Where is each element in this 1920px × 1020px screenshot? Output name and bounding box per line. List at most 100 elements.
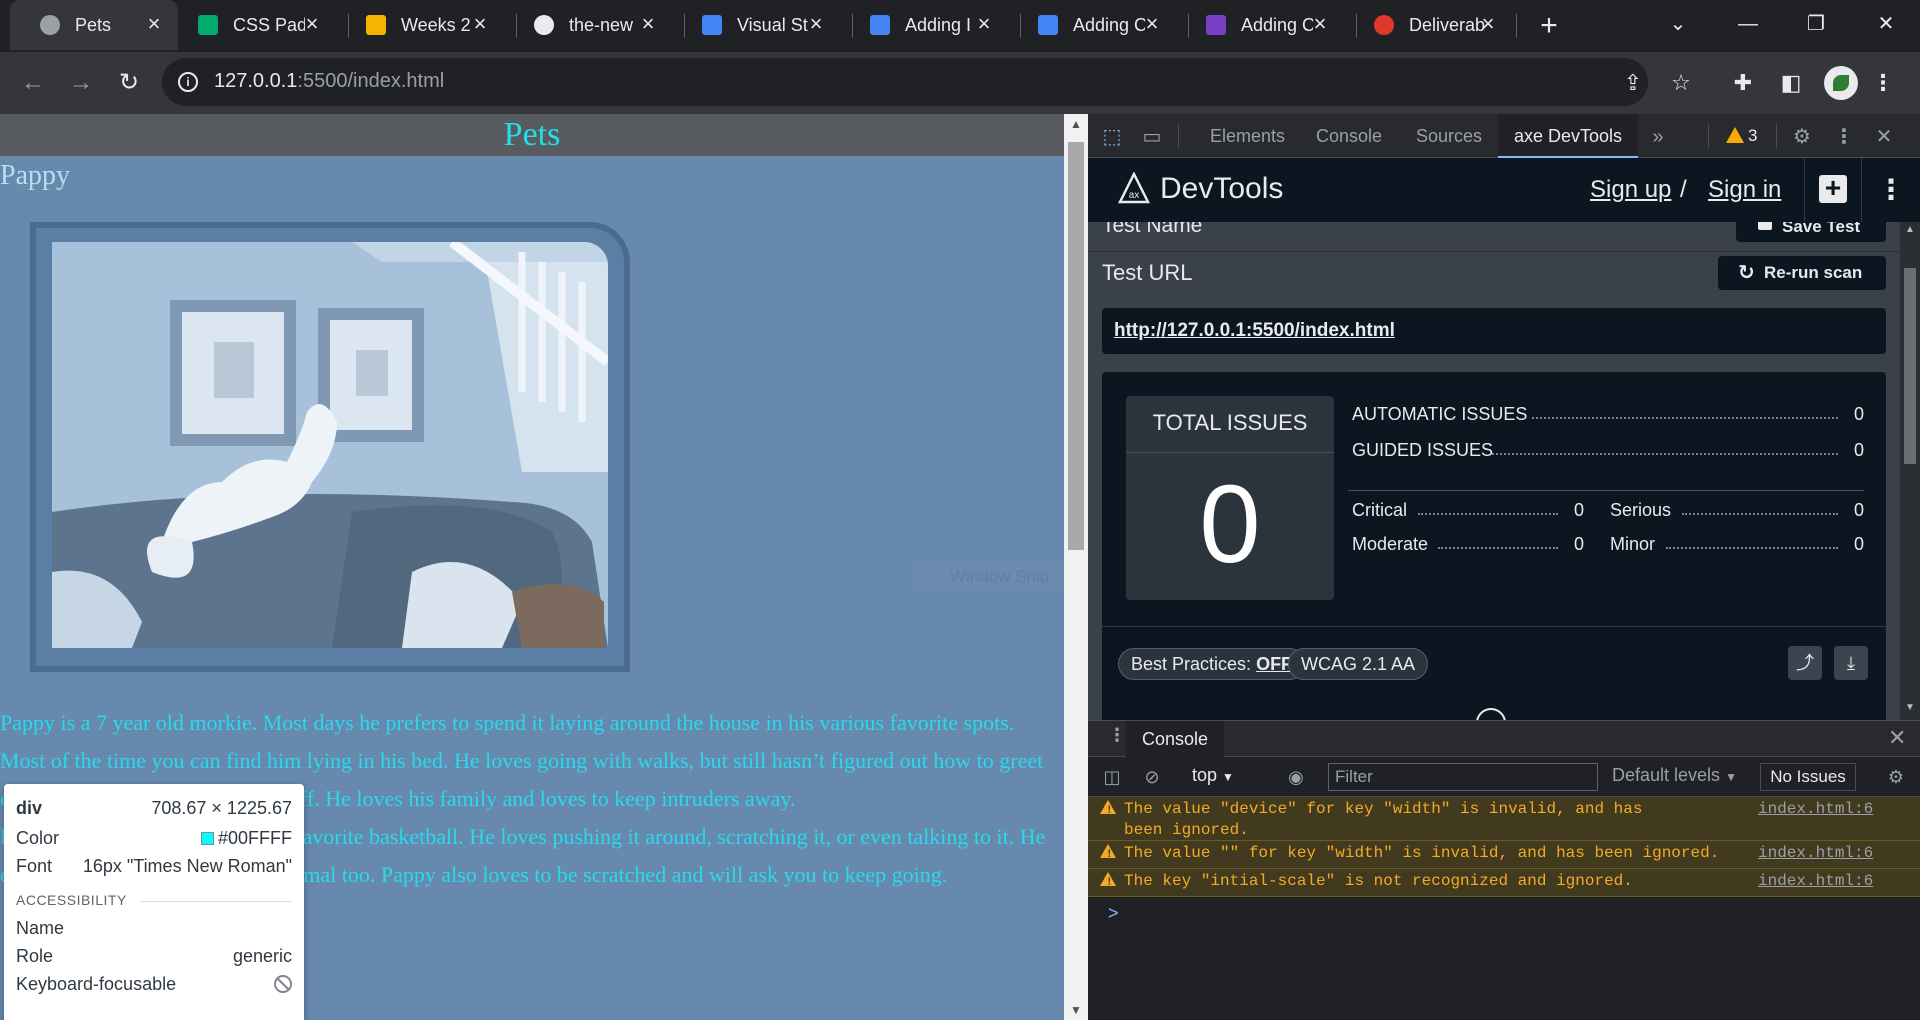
console-prompt[interactable]: >: [1108, 903, 1119, 924]
close-tab-icon[interactable]: ×: [1308, 12, 1332, 36]
device-toolbar-icon[interactable]: ▭: [1138, 124, 1166, 150]
best-practices-toggle[interactable]: Best Practices: OFF: [1118, 648, 1306, 680]
extensions-puzzle-icon[interactable]: ✚: [1726, 66, 1760, 100]
reload-button[interactable]: ↻: [112, 66, 146, 100]
log-levels-dropdown[interactable]: Default levels ▼: [1612, 765, 1737, 786]
address-bar[interactable]: i 127.0.0.1:5500/index.html ⇪ ☆: [162, 58, 1691, 106]
site-info-icon[interactable]: i: [178, 72, 198, 92]
close-window-button[interactable]: ✕: [1866, 8, 1906, 40]
tab-adding-1[interactable]: Adding I ×: [840, 0, 1008, 50]
inspector-element-row: div 708.67 × 1225.67: [16, 798, 292, 824]
devtools-menu-icon[interactable]: ⋮: [1830, 124, 1858, 150]
scroll-down-arrow[interactable]: ▼: [1064, 1000, 1088, 1020]
tab-console-drawer[interactable]: Console: [1126, 721, 1225, 757]
more-tabs-icon[interactable]: »: [1644, 124, 1672, 150]
tab-search-icon[interactable]: ⌄: [1658, 8, 1698, 40]
live-expression-eye-icon[interactable]: ◉: [1284, 765, 1308, 789]
close-tab-icon[interactable]: ×: [1140, 12, 1164, 36]
tab-adding-3[interactable]: Adding C ×: [1176, 0, 1344, 50]
warnings-badge[interactable]: 3: [1726, 124, 1757, 148]
serious-count: 0: [1853, 500, 1864, 520]
source-link[interactable]: index.html:6: [1758, 799, 1873, 820]
tab-deliverable[interactable]: Deliverab ×: [1344, 0, 1512, 50]
source-link[interactable]: index.html:6: [1758, 843, 1873, 864]
minimize-button[interactable]: —: [1728, 8, 1768, 40]
tab-console[interactable]: Console: [1316, 114, 1382, 158]
close-tab-icon[interactable]: ×: [300, 12, 324, 36]
serious-row[interactable]: Serious 0: [1610, 498, 1864, 522]
total-issues-count: 0: [1199, 463, 1261, 586]
forward-button[interactable]: →: [64, 66, 98, 100]
console-settings-gear-icon[interactable]: ⚙: [1884, 765, 1908, 789]
inspect-element-icon[interactable]: ⬚: [1098, 124, 1126, 150]
back-button[interactable]: ←: [16, 66, 50, 100]
tab-elements[interactable]: Elements: [1210, 114, 1285, 158]
profile-avatar[interactable]: [1824, 66, 1858, 100]
save-test-button[interactable]: Save Test: [1736, 222, 1886, 242]
tab-title: Weeks 2: [401, 14, 471, 35]
close-tab-icon[interactable]: ×: [142, 12, 166, 36]
levels-label: Default levels: [1612, 765, 1721, 785]
scroll-down-arrow[interactable]: ▼: [1900, 702, 1920, 718]
axe-scrollbar[interactable]: ▲ ▼: [1900, 222, 1920, 720]
automatic-issues-row[interactable]: AUTOMATIC ISSUES 0: [1352, 402, 1864, 426]
close-tab-icon[interactable]: ×: [1476, 12, 1500, 36]
critical-row[interactable]: Critical 0: [1352, 498, 1584, 522]
sign-up-link[interactable]: Sign up: [1590, 176, 1671, 204]
share-results-icon[interactable]: ⤴: [1788, 646, 1822, 680]
source-link[interactable]: index.html:6: [1758, 871, 1873, 892]
new-scan-button[interactable]: +: [1804, 158, 1862, 222]
scrollbar-thumb[interactable]: [1068, 142, 1084, 550]
tab-separator: [1708, 124, 1709, 148]
close-devtools-icon[interactable]: ✕: [1870, 124, 1898, 150]
tab-css-padding[interactable]: CSS Padd ×: [168, 0, 336, 50]
close-tab-icon[interactable]: ×: [804, 12, 828, 36]
share-icon[interactable]: ⇪: [1620, 70, 1646, 96]
wcag-level-pill[interactable]: WCAG 2.1 AA: [1288, 648, 1429, 680]
tab-weeks[interactable]: Weeks 2 ×: [336, 0, 504, 50]
settings-gear-icon[interactable]: ⚙: [1788, 124, 1816, 150]
page-scrollbar[interactable]: ▲ ▼: [1064, 114, 1088, 1020]
console-filter-input[interactable]: [1328, 763, 1598, 791]
rerun-scan-button[interactable]: ↻ Re-run scan: [1718, 256, 1886, 290]
drawer-menu-icon[interactable]: ⋮: [1108, 725, 1126, 746]
scroll-up-arrow[interactable]: ▲: [1064, 114, 1088, 134]
guided-issues-row[interactable]: GUIDED ISSUES 0: [1352, 438, 1864, 462]
color-hex: #00FFFF: [217, 828, 292, 848]
tab-adding-2[interactable]: Adding C ×: [1008, 0, 1176, 50]
new-tab-button[interactable]: +: [1532, 10, 1566, 44]
moderate-row[interactable]: Moderate 0: [1352, 532, 1584, 556]
test-url-link[interactable]: http://127.0.0.1:5500/index.html: [1114, 320, 1395, 342]
moderate-label: Moderate: [1352, 534, 1429, 554]
chrome-menu-icon[interactable]: ⋮: [1866, 66, 1900, 100]
scrollbar-thumb[interactable]: [1904, 268, 1916, 464]
restore-button[interactable]: ❐: [1796, 8, 1836, 40]
site-title: Pets: [503, 116, 561, 153]
close-drawer-icon[interactable]: ✕: [1888, 725, 1906, 751]
tab-github[interactable]: the-new ×: [504, 0, 672, 50]
side-panel-icon[interactable]: ◧: [1774, 66, 1808, 100]
scroll-up-arrow[interactable]: ▲: [1900, 224, 1920, 240]
address-url[interactable]: 127.0.0.1:5500/index.html: [214, 70, 444, 93]
clear-console-icon[interactable]: ⊘: [1140, 765, 1164, 789]
page-viewport: Pets Pappy Pappy is a 7 year old morkie.…: [0, 114, 1088, 1020]
minor-count: 0: [1853, 534, 1864, 554]
download-icon[interactable]: ⤓: [1834, 646, 1868, 680]
close-tab-icon[interactable]: ×: [468, 12, 492, 36]
bookmark-star-icon[interactable]: ☆: [1668, 70, 1694, 96]
close-tab-icon[interactable]: ×: [972, 12, 996, 36]
tab-sources[interactable]: Sources: [1416, 114, 1482, 158]
forms-icon: [1206, 15, 1226, 35]
tab-visual-studio[interactable]: Visual St ×: [672, 0, 840, 50]
tab-axe-devtools[interactable]: axe DevTools: [1498, 114, 1639, 158]
font-value: 16px "Times New Roman": [82, 856, 292, 876]
sign-in-link[interactable]: Sign in: [1708, 176, 1781, 204]
role-label: Role: [16, 946, 54, 966]
sidebar-toggle-icon[interactable]: ◫: [1100, 765, 1124, 789]
tab-pets[interactable]: Pets ×: [10, 0, 178, 50]
close-tab-icon[interactable]: ×: [636, 12, 660, 36]
context-selector[interactable]: top ▼: [1192, 765, 1234, 786]
minor-row[interactable]: Minor 0: [1610, 532, 1864, 556]
axe-menu-icon[interactable]: ⋮: [1876, 174, 1906, 206]
issues-button[interactable]: No Issues: [1760, 763, 1856, 791]
